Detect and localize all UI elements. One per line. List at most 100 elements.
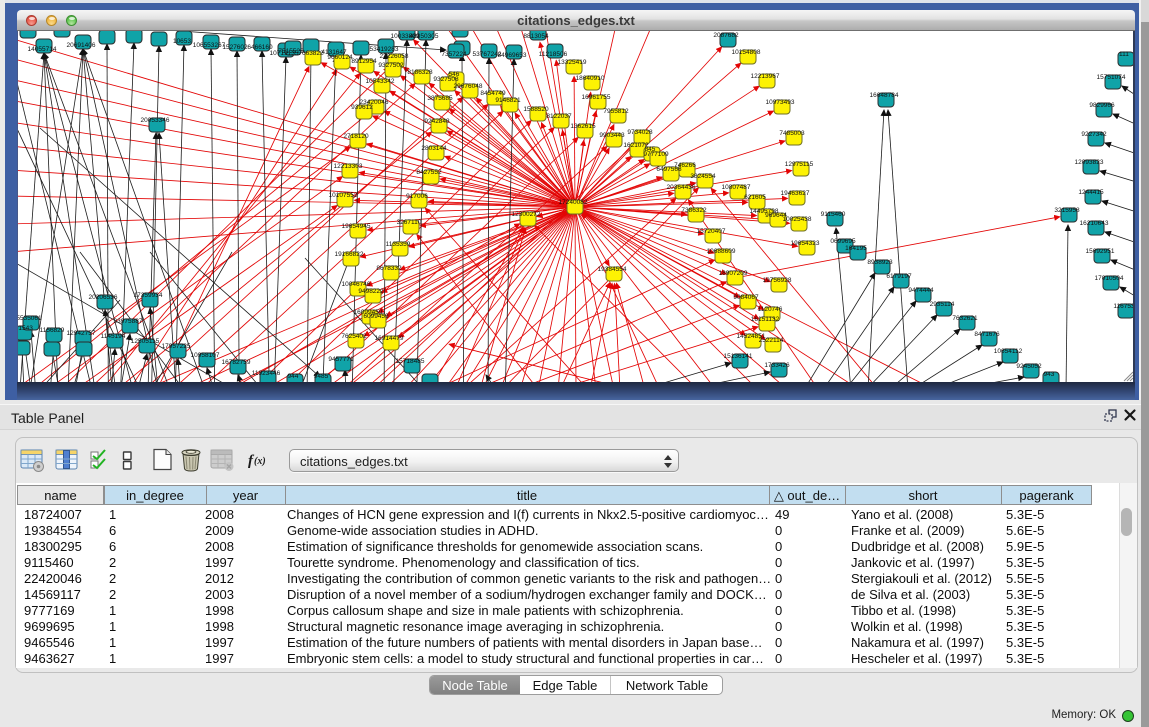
svg-text:13325419: 13325419 — [558, 59, 587, 66]
svg-text:8813054: 8813054 — [523, 33, 549, 40]
svg-text:10543342: 10543342 — [366, 78, 395, 85]
svg-text:19166822: 19166822 — [335, 251, 364, 258]
svg-text:943: 943 — [1044, 371, 1055, 378]
svg-text:10025438: 10025438 — [783, 216, 812, 223]
svg-text:12300272: 12300272 — [512, 211, 541, 218]
svg-text:18907209: 18907209 — [719, 270, 748, 277]
svg-text:8471676: 8471676 — [974, 331, 1000, 338]
svg-text:10973493: 10973493 — [766, 99, 795, 106]
svg-text:8678332: 8678332 — [376, 265, 402, 272]
svg-text:33975887: 33975887 — [114, 318, 143, 325]
svg-text:3824554: 3824554 — [690, 173, 716, 180]
svg-text:939612: 939612 — [351, 104, 373, 111]
svg-text:10688609: 10688609 — [707, 248, 736, 255]
svg-text:20053346: 20053346 — [141, 117, 170, 124]
svg-text:8427552: 8427552 — [416, 169, 442, 176]
svg-text:7625402: 7625402 — [341, 333, 367, 340]
svg-text:16210643: 16210643 — [1080, 220, 1109, 227]
svg-text:3215958: 3215958 — [1054, 207, 1080, 214]
svg-text:2087682: 2087682 — [713, 32, 739, 39]
svg-text:1120746: 1120746 — [758, 306, 783, 313]
svg-text:12942757: 12942757 — [67, 330, 96, 337]
svg-text:10654112: 10654112 — [994, 348, 1023, 355]
svg-text:11923446: 11923446 — [252, 370, 281, 377]
svg-text:7632621: 7632621 — [952, 315, 978, 322]
svg-text:12505115: 12505115 — [131, 338, 160, 345]
svg-text:111: 111 — [1119, 51, 1129, 58]
svg-text:1588520: 1588520 — [523, 106, 549, 113]
svg-text:9498222: 9498222 — [358, 288, 384, 295]
svg-text:1135359: 1135359 — [386, 241, 411, 248]
svg-text:17957225: 17957225 — [162, 343, 191, 350]
svg-text:5535061: 5535061 — [18, 315, 42, 322]
svg-text:3875685: 3875685 — [427, 95, 453, 102]
svg-text:17010504: 17010504 — [1095, 275, 1124, 282]
svg-text:23226058: 23226058 — [380, 53, 409, 60]
svg-text:17240082: 17240082 — [559, 199, 588, 206]
svg-text:20691406: 20691406 — [67, 42, 96, 49]
svg-text:19384554: 19384554 — [598, 266, 627, 273]
svg-text:15751074: 15751074 — [1097, 74, 1126, 81]
svg-text:(x): (x) — [254, 456, 266, 467]
svg-text:15720407: 15720407 — [697, 228, 726, 235]
svg-text:7386322: 7386322 — [681, 207, 707, 214]
svg-text:9457771: 9457771 — [328, 356, 354, 363]
svg-text:9242848: 9242848 — [424, 118, 450, 125]
svg-text:164195: 164195 — [845, 245, 867, 252]
svg-text:116753: 116753 — [1113, 303, 1133, 310]
svg-text:391543: 391543 — [18, 325, 33, 332]
svg-text:8912954: 8912954 — [351, 58, 377, 65]
svg-text:1362615: 1362615 — [570, 123, 596, 130]
svg-text:8122037: 8122037 — [546, 113, 572, 120]
svg-text:12093823: 12093823 — [1075, 159, 1104, 166]
svg-text:8454749: 8454749 — [480, 90, 506, 97]
svg-text:9327508: 9327508 — [433, 76, 459, 83]
svg-text:20206536: 20206536 — [89, 294, 118, 301]
svg-text:9474444: 9474444 — [908, 287, 934, 294]
svg-text:10154808: 10154808 — [732, 49, 761, 56]
svg-text:6497568: 6497568 — [656, 166, 682, 173]
svg-text:6179197: 6179197 — [886, 273, 912, 280]
svg-text:19463627: 19463627 — [781, 190, 810, 197]
svg-text:12213303: 12213303 — [334, 163, 363, 170]
svg-text:7663822: 7663822 — [298, 50, 324, 57]
svg-text:8938923: 8938923 — [867, 259, 893, 266]
svg-text:16782759: 16782759 — [222, 359, 251, 366]
svg-text:16914479: 16914479 — [375, 335, 404, 342]
svg-text:9084067: 9084067 — [733, 294, 759, 301]
svg-text:11218506: 11218506 — [539, 51, 568, 58]
svg-text:9829966: 9829966 — [1089, 102, 1115, 109]
svg-text:106553267: 106553267 — [193, 42, 226, 49]
svg-text:2803144: 2803144 — [421, 145, 447, 152]
svg-text:19756928: 19756928 — [763, 277, 792, 284]
svg-text:16648784: 16648784 — [870, 92, 899, 99]
svg-text:10046746: 10046746 — [342, 281, 371, 288]
svg-text:6099459: 6099459 — [363, 313, 389, 320]
svg-text:9903443: 9903443 — [599, 132, 625, 139]
svg-text:48350305: 48350305 — [410, 33, 439, 40]
svg-text:9146821: 9146821 — [495, 97, 521, 104]
svg-text:17359934: 17359934 — [134, 292, 163, 299]
svg-text:19654323: 19654323 — [791, 240, 820, 247]
svg-text:7955812: 7955812 — [603, 108, 629, 115]
svg-text:1733426: 1733426 — [764, 362, 790, 369]
svg-text:2522114: 2522114 — [759, 337, 784, 344]
svg-text:0699695: 0699695 — [830, 238, 856, 245]
svg-text:1527602: 1527602 — [222, 44, 248, 51]
svg-text:15136141: 15136141 — [724, 353, 753, 360]
svg-text:15718485: 15718485 — [396, 358, 425, 365]
svg-text:621605: 621605 — [744, 194, 766, 201]
svg-text:9485: 9485 — [314, 373, 329, 380]
svg-text:2718120: 2718120 — [343, 133, 369, 140]
svg-text:1145194: 1145194 — [101, 333, 126, 340]
svg-text:10653: 10653 — [173, 38, 191, 45]
svg-text:84969653: 84969653 — [498, 52, 527, 59]
svg-text:15692951: 15692951 — [1086, 248, 1115, 255]
svg-text:917006: 917006 — [406, 193, 428, 200]
svg-text:944: 944 — [288, 373, 299, 380]
svg-text:10807487: 10807487 — [722, 184, 751, 191]
svg-text:53419283: 53419283 — [370, 46, 399, 53]
svg-text:8186328: 8186328 — [407, 69, 433, 76]
svg-text:16961755: 16961755 — [582, 94, 611, 101]
svg-text:16151132: 16151132 — [751, 316, 780, 323]
